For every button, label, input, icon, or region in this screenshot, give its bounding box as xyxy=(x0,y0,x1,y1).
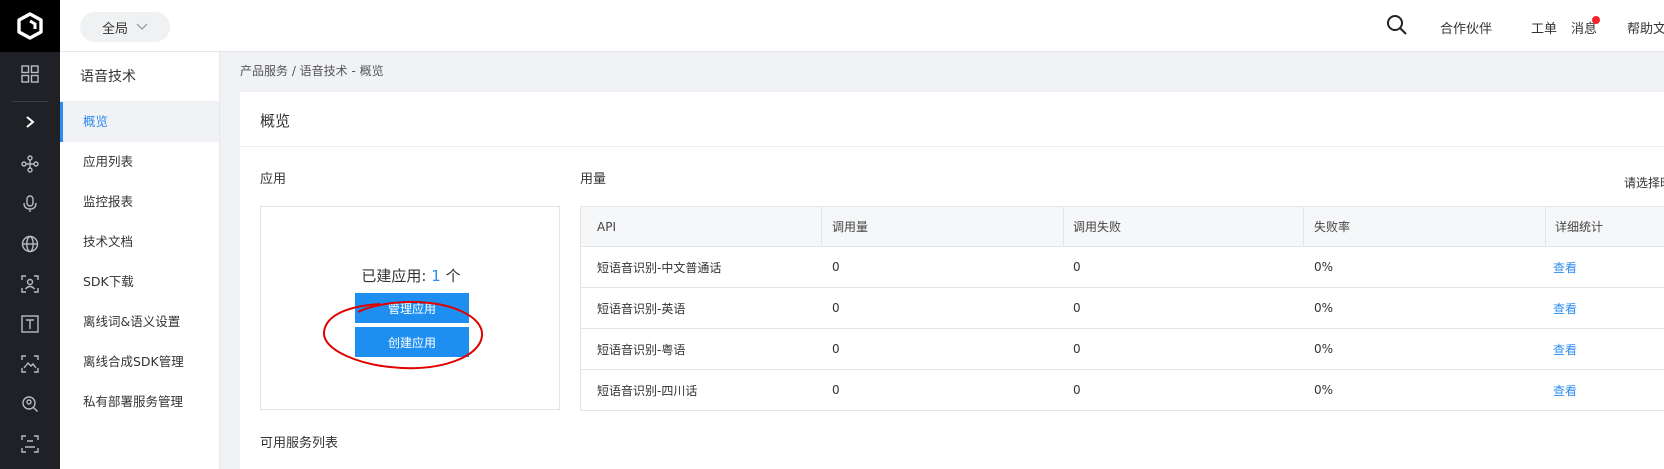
face-scan-icon[interactable] xyxy=(0,264,60,304)
header-details: 详细统计 xyxy=(1555,220,1604,234)
globe-icon[interactable] xyxy=(0,224,60,264)
header-failures: 调用失败 xyxy=(1073,220,1122,234)
view-details-link[interactable]: 查看 xyxy=(1553,370,1577,410)
sidebar-item-monitoring[interactable]: 监控报表 xyxy=(60,182,219,222)
cloud-logo-icon[interactable] xyxy=(0,0,60,52)
header-calls: 调用量 xyxy=(832,220,869,234)
manage-apps-button[interactable]: 管理应用 xyxy=(355,293,469,323)
app-count-suffix: 个 xyxy=(440,267,461,285)
table-row: 短语音识别-四川话 0 0 0% 查看 xyxy=(581,370,1664,411)
image-frame-icon[interactable] xyxy=(0,424,60,464)
column-divider xyxy=(1545,207,1546,247)
table-header-row: API 调用量 调用失败 失败率 详细统计 xyxy=(581,207,1664,247)
failure-rate: 0% xyxy=(1314,342,1334,356)
header-failure-rate: 失败率 xyxy=(1314,220,1351,234)
view-details-link[interactable]: 查看 xyxy=(1553,329,1577,369)
failure-count: 0 xyxy=(1073,260,1081,274)
text-recognition-icon[interactable] xyxy=(0,304,60,344)
sidebar-title: 语音技术 xyxy=(60,52,219,102)
app-count-number: 1 xyxy=(431,267,441,285)
call-count: 0 xyxy=(832,342,840,356)
table-row: 短语音识别-英语 0 0 0% 查看 xyxy=(581,288,1664,329)
help-link[interactable]: 帮助文 xyxy=(1627,18,1664,37)
failure-rate: 0% xyxy=(1314,260,1334,274)
failure-count: 0 xyxy=(1073,301,1081,315)
usage-table: API 调用量 调用失败 失败率 详细统计 短语音识别-中文普通话 0 0 0%… xyxy=(580,206,1664,411)
failure-rate: 0% xyxy=(1314,301,1334,315)
sidebar-item-offline-words[interactable]: 离线词&语义设置 xyxy=(60,302,219,342)
api-name: 短语音识别-粤语 xyxy=(597,342,686,357)
usage-section-label: 用量 xyxy=(580,172,607,187)
breadcrumb: 产品服务 / 语音技术 - 概览 xyxy=(240,64,384,78)
partners-link[interactable]: 合作伙伴 xyxy=(1440,18,1492,37)
column-divider xyxy=(821,207,822,247)
apps-section-label: 应用 xyxy=(260,172,287,187)
header-api: API xyxy=(597,219,616,234)
message-badge xyxy=(1592,16,1600,24)
image-scan-icon[interactable] xyxy=(0,344,60,384)
app-count-text: 已建应用: 1 个 xyxy=(261,265,561,286)
sidebar-item-private-deploy[interactable]: 私有部署服务管理 xyxy=(60,382,219,422)
region-label: 全局 xyxy=(101,21,128,37)
microphone-icon[interactable] xyxy=(0,184,60,224)
available-services-label: 可用服务列表 xyxy=(260,436,339,451)
table-row: 短语音识别-粤语 0 0 0% 查看 xyxy=(581,329,1664,370)
search-icon[interactable] xyxy=(1386,14,1410,38)
chevron-down-icon xyxy=(136,21,148,34)
title-divider xyxy=(240,146,1664,147)
expand-chevron-icon[interactable] xyxy=(0,102,60,142)
network-nodes-icon[interactable] xyxy=(0,144,60,184)
failure-count: 0 xyxy=(1073,383,1081,397)
failure-rate: 0% xyxy=(1314,383,1334,397)
view-details-link[interactable]: 查看 xyxy=(1553,247,1577,287)
call-count: 0 xyxy=(832,383,840,397)
call-count: 0 xyxy=(832,260,840,274)
failure-count: 0 xyxy=(1073,342,1081,356)
column-divider xyxy=(1063,207,1064,247)
sidebar-item-sdk-download[interactable]: SDK下载 xyxy=(60,262,219,302)
call-count: 0 xyxy=(832,301,840,315)
date-range-picker[interactable]: 请选择时 xyxy=(1624,174,1664,191)
table-row: 短语音识别-中文普通话 0 0 0% 查看 xyxy=(581,247,1664,288)
product-sidebar: 语音技术 概览 应用列表 监控报表 技术文档 SDK下载 离线词&语义设置 离线… xyxy=(60,52,220,469)
region-selector[interactable]: 全局 xyxy=(80,12,170,42)
app-count-prefix: 已建应用: xyxy=(361,267,432,285)
api-name: 短语音识别-中文普通话 xyxy=(597,260,722,275)
overview-panel: 概览 应用 用量 请选择时 已建应用: 1 个 管理应用 创建应用 API 调用… xyxy=(240,92,1664,469)
icon-rail xyxy=(0,0,60,469)
sidebar-item-docs[interactable]: 技术文档 xyxy=(60,222,219,262)
sidebar-item-app-list[interactable]: 应用列表 xyxy=(60,142,219,182)
api-name: 短语音识别-英语 xyxy=(597,301,686,316)
view-details-link[interactable]: 查看 xyxy=(1553,288,1577,328)
api-name: 短语音识别-四川话 xyxy=(597,383,698,398)
face-search-icon[interactable] xyxy=(0,384,60,424)
grid-icon[interactable] xyxy=(0,54,60,94)
top-bar: 全局 合作伙伴 工单 消息 帮助文 xyxy=(60,0,1664,52)
sidebar-item-overview[interactable]: 概览 xyxy=(60,102,219,142)
tickets-link[interactable]: 工单 xyxy=(1531,18,1557,37)
page-title: 概览 xyxy=(260,112,291,130)
apps-card: 已建应用: 1 个 管理应用 创建应用 xyxy=(260,206,560,410)
create-app-button[interactable]: 创建应用 xyxy=(355,327,469,357)
sidebar-item-offline-tts-sdk[interactable]: 离线合成SDK管理 xyxy=(60,342,219,382)
column-divider xyxy=(1303,207,1304,247)
